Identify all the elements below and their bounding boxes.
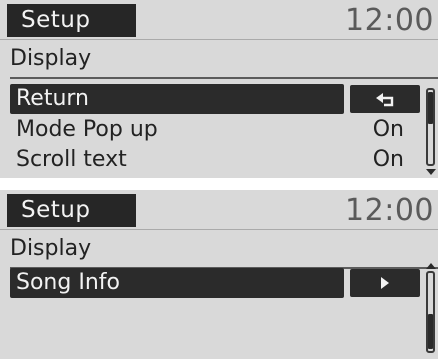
clock-display: 12:00	[345, 193, 434, 228]
menu-item-label: Scroll text	[16, 147, 127, 172]
return-button[interactable]	[350, 85, 420, 113]
title-bar: Setup 12:00	[0, 190, 438, 230]
return-arrow-icon	[376, 93, 394, 107]
scrollbar-thumb[interactable]	[428, 92, 433, 124]
setup-screen-2: Setup 12:00 Display Song Info	[0, 190, 438, 359]
menu-item-label: Return	[16, 86, 90, 111]
scrollbar[interactable]	[424, 88, 438, 178]
menu-item-return[interactable]: Return	[10, 84, 420, 114]
scroll-up-arrow-icon[interactable]	[424, 262, 438, 270]
play-right-icon	[381, 277, 389, 289]
menu-item-mode-popup[interactable]: Mode Pop up On	[10, 115, 420, 145]
menu-item-label: Song Info	[16, 270, 120, 295]
menu-item-value: On	[372, 117, 404, 142]
screen-title: Setup	[7, 194, 136, 227]
setup-screen-1: Setup 12:00 Display Return Mode Pop up O…	[0, 0, 438, 178]
enter-button[interactable]	[350, 269, 420, 297]
scrollbar[interactable]	[424, 262, 438, 359]
menu-item-scroll-text[interactable]: Scroll text On	[10, 145, 420, 175]
section-heading: Display	[10, 46, 92, 71]
menu-item-label: Mode Pop up	[16, 117, 158, 142]
title-divider	[0, 229, 438, 230]
section-heading: Display	[10, 236, 92, 261]
scroll-down-arrow-icon[interactable]	[424, 168, 438, 176]
screen-title: Setup	[7, 4, 136, 37]
title-bar: Setup 12:00	[0, 0, 438, 40]
scrollbar-thumb[interactable]	[428, 314, 433, 349]
menu-item-value: On	[372, 147, 404, 172]
menu-item-song-info[interactable]: Song Info	[10, 268, 420, 298]
section-divider	[10, 77, 438, 79]
clock-display: 12:00	[345, 3, 434, 38]
title-divider	[0, 39, 438, 40]
